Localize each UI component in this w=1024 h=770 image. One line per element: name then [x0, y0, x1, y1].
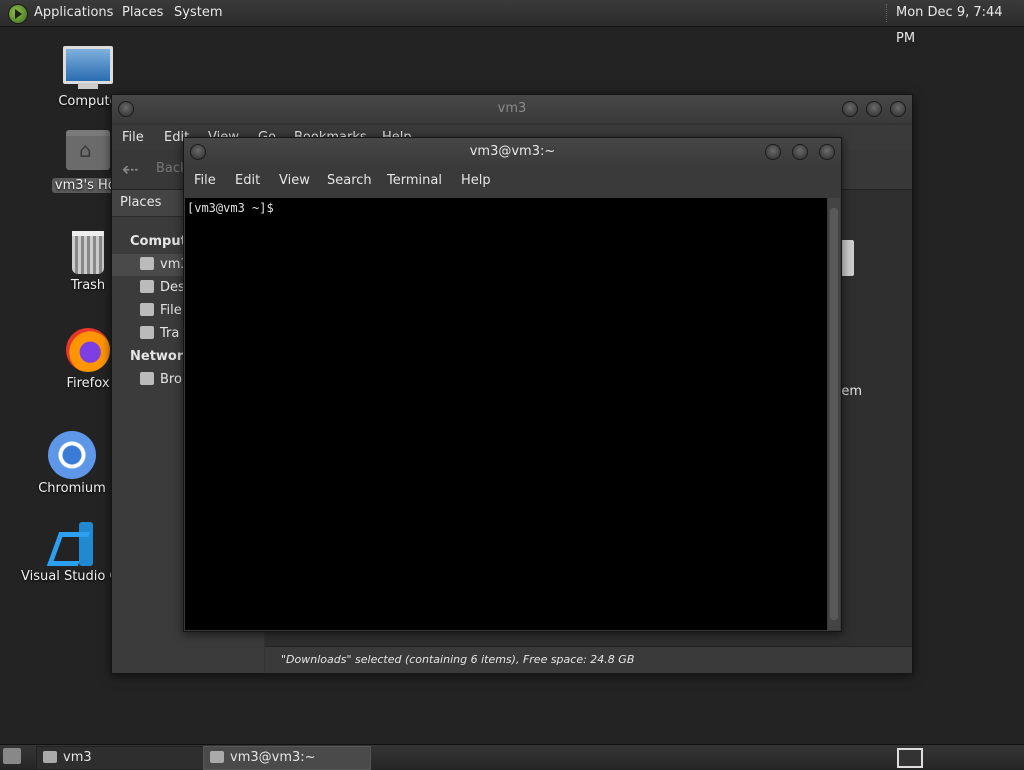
status-bar: "Downloads" selected (containing 6 items…: [265, 646, 912, 673]
terminal-window[interactable]: vm3@vm3:~ File Edit View Search Terminal…: [183, 137, 842, 632]
terminal-menubar: File Edit View Search Terminal Help: [184, 168, 841, 194]
terminal-icon: [210, 751, 224, 763]
menu-places[interactable]: Places: [122, 0, 163, 26]
vscode-icon: [51, 522, 95, 566]
terminal-screen[interactable]: [vm3@vm3 ~]$: [185, 198, 827, 630]
bottom-panel: vm3 vm3@vm3:~: [0, 744, 1024, 770]
scrollbar-thumb[interactable]: [830, 208, 838, 620]
trash-icon: [140, 326, 154, 339]
maximize-icon[interactable]: [866, 101, 882, 117]
menu-system[interactable]: System: [174, 0, 222, 26]
minimize-icon[interactable]: [765, 144, 781, 160]
window-menu-icon[interactable]: [118, 101, 134, 117]
sidebar-item-filesystem[interactable]: File: [112, 300, 182, 322]
desktop-icon-label: Chromium: [38, 481, 106, 496]
file-manager-title: vm3: [497, 101, 527, 116]
show-desktop-icon[interactable]: [3, 748, 21, 764]
sidebar-item-trash[interactable]: Tra: [112, 323, 179, 345]
computer-icon: [63, 46, 113, 89]
desktop-icon-label: Trash: [70, 278, 106, 293]
back-arrow-icon[interactable]: ⇠: [122, 157, 139, 181]
workspace-switcher[interactable]: [897, 748, 923, 768]
term-menu-help[interactable]: Help: [461, 168, 491, 194]
close-icon[interactable]: [890, 101, 906, 117]
folder-icon: [43, 751, 57, 763]
desktop-icon: [140, 280, 154, 293]
sidebar-mode-select[interactable]: Places: [120, 195, 161, 210]
term-menu-view[interactable]: View: [279, 168, 310, 194]
home-folder-icon: [66, 130, 110, 170]
sidebar-item-browse-network[interactable]: Bro: [112, 369, 182, 391]
term-menu-file[interactable]: File: [194, 168, 216, 194]
top-panel: Applications Places System Mon Dec 9, 7:…: [0, 0, 1024, 46]
close-icon[interactable]: [819, 144, 835, 160]
minimize-icon[interactable]: [842, 101, 858, 117]
filesystem-icon: [140, 303, 154, 316]
trash-icon: [72, 231, 104, 274]
sidebar-item-desktop[interactable]: Des: [112, 277, 185, 299]
desktop-icon-label: Firefox: [66, 376, 110, 391]
panel-separator: [886, 4, 889, 22]
maximize-icon[interactable]: [792, 144, 808, 160]
terminal-titlebar[interactable]: vm3@vm3:~: [184, 138, 841, 166]
firefox-icon: [66, 328, 110, 372]
fm-menu-file[interactable]: File: [122, 125, 144, 151]
status-text: "Downloads" selected (containing 6 items…: [281, 653, 635, 666]
terminal-title: vm3@vm3:~: [469, 144, 556, 159]
network-icon: [140, 372, 154, 385]
home-icon: [140, 257, 154, 270]
term-menu-terminal[interactable]: Terminal: [387, 168, 442, 194]
term-menu-search[interactable]: Search: [327, 168, 372, 194]
term-menu-edit[interactable]: Edit: [235, 168, 260, 194]
applications-logo-icon[interactable]: [8, 4, 28, 24]
clock[interactable]: Mon Dec 9, 7:44 PM: [896, 0, 1024, 46]
terminal-prompt: [vm3@vm3 ~]$: [187, 201, 274, 215]
taskbar-item-terminal[interactable]: vm3@vm3:~: [203, 746, 371, 770]
menu-applications[interactable]: Applications: [34, 0, 113, 26]
terminal-scrollbar[interactable]: [828, 198, 840, 630]
file-manager-titlebar[interactable]: vm3: [112, 95, 912, 123]
window-menu-icon[interactable]: [190, 144, 206, 160]
chromium-icon: [48, 431, 96, 479]
